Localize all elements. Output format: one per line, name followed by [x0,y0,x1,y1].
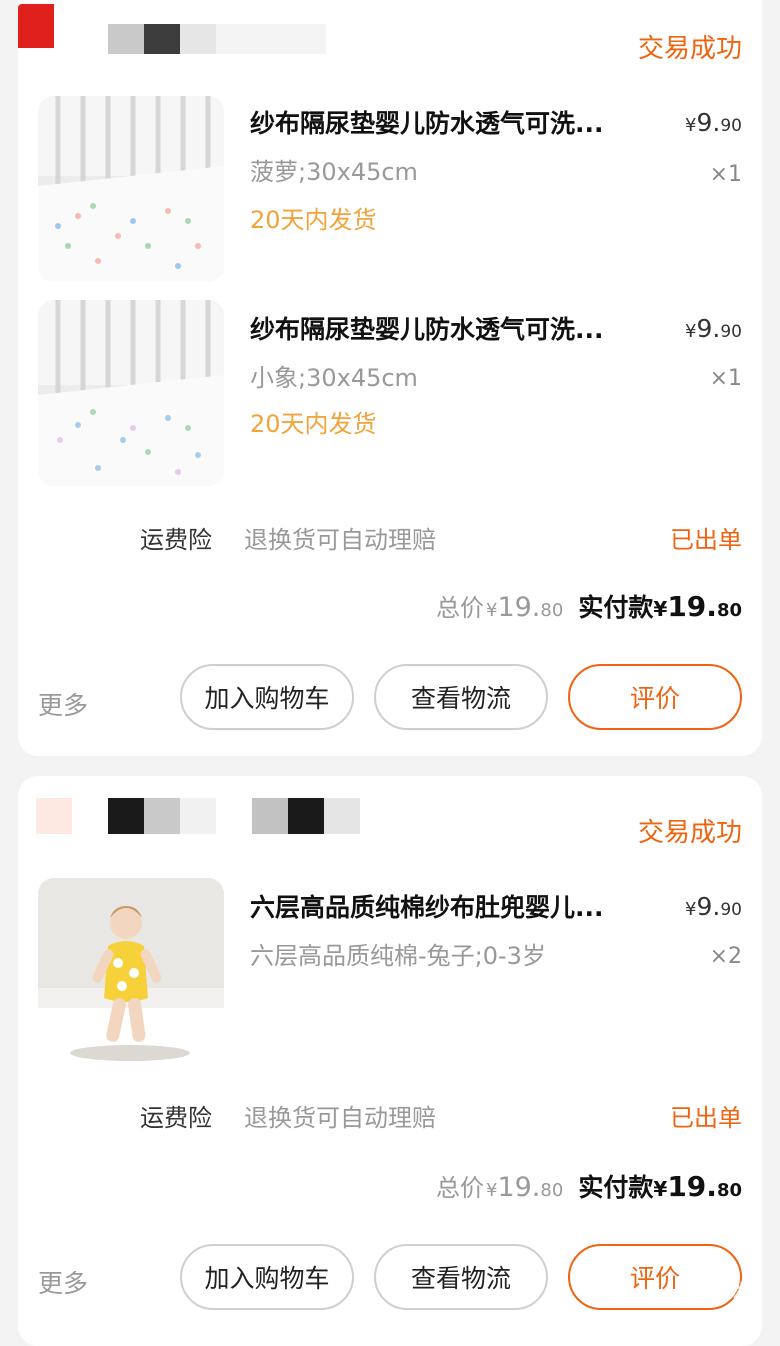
more-link[interactable]: 更多 [38,1264,88,1300]
product-price: ¥9.90 [685,314,742,343]
total-value: ¥19.80 [486,1172,563,1203]
order-status: 交易成功 [638,28,742,65]
order-total: 总价¥19.80 实付款¥19.80 [436,588,742,624]
insurance-status: 已出单 [670,1098,742,1133]
order-card[interactable]: 交易成功 六层高品质纯棉纱布肚兜婴儿... 六层高品质纯棉-兔子;0-3岁 ¥9… [18,776,762,1346]
add-to-cart-button[interactable]: 加入购物车 [180,1244,354,1310]
total-label: 总价 [436,594,484,622]
order-total: 总价¥19.80 实付款¥19.80 [436,1168,742,1204]
shipping-insurance-desc: 退换货可自动理赔 [244,1098,436,1133]
view-logistics-button[interactable]: 查看物流 [374,1244,548,1310]
total-value: ¥19.80 [486,592,563,623]
shipping-time: 20天内发货 [250,404,377,439]
more-link[interactable]: 更多 [38,686,88,722]
product-quantity: ×1 [710,366,742,391]
order-status: 交易成功 [638,812,742,849]
paid-value: ¥19.80 [653,590,742,623]
watermark-logo: 19楼 [699,1274,756,1309]
shop-name-redacted [18,798,378,834]
review-button[interactable]: 评价 [568,664,742,730]
product-spec: 六层高品质纯棉-兔子;0-3岁 [250,936,546,971]
product-image[interactable] [38,878,224,1064]
order-card[interactable]: 交易成功 纱布隔尿垫婴儿防水透气可洗... 菠萝;30x45cm 20天内发货 … [18,0,762,756]
product-quantity: ×1 [710,162,742,187]
shipping-insurance-label: 运费险 [140,1098,212,1133]
insurance-status: 已出单 [670,520,742,555]
product-spec: 菠萝;30x45cm [250,152,418,187]
product-price: ¥9.90 [685,892,742,921]
product-title[interactable]: 纱布隔尿垫婴儿防水透气可洗... [250,310,660,346]
paid-label: 实付款 [578,1173,653,1202]
shop-name-redacted [18,6,338,42]
paid-label: 实付款 [578,593,653,622]
product-image[interactable] [38,300,224,486]
product-quantity: ×2 [710,944,742,969]
shipping-insurance-desc: 退换货可自动理赔 [244,520,436,555]
total-label: 总价 [436,1174,484,1202]
product-price: ¥9.90 [685,108,742,137]
shipping-insurance-label: 运费险 [140,520,212,555]
paid-value: ¥19.80 [653,1170,742,1203]
shipping-time: 20天内发货 [250,200,377,235]
product-spec: 小象;30x45cm [250,358,418,393]
product-title[interactable]: 六层高品质纯棉纱布肚兜婴儿... [250,888,660,924]
product-image[interactable] [38,96,224,282]
add-to-cart-button[interactable]: 加入购物车 [180,664,354,730]
product-title[interactable]: 纱布隔尿垫婴儿防水透气可洗... [250,104,660,140]
view-logistics-button[interactable]: 查看物流 [374,664,548,730]
